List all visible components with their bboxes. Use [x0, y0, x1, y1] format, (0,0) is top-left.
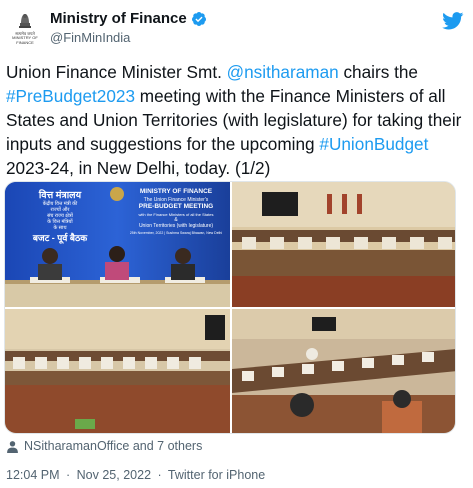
twitter-bird-icon[interactable]	[442, 12, 464, 30]
hashtag-link[interactable]: #PreBudget2023	[6, 86, 135, 106]
verified-badge-icon	[191, 11, 206, 26]
photo-2[interactable]	[232, 182, 455, 307]
tweet-text: Union Finance Minister Smt. @nsitharaman…	[6, 60, 468, 180]
tweet-text-part: chairs the	[338, 62, 418, 82]
banner-english-line: PRE-BUDGET MEETING	[138, 203, 214, 210]
photo-1[interactable]: वित्त मंत्रालय केंद्रीय वित्त मंत्री की …	[5, 182, 230, 307]
tweet-footer: 12:04 PM · Nov 25, 2022 · Twitter for iP…	[6, 468, 268, 482]
avatar[interactable]: सत्यमेव जयते MINISTRY OF FINANCE	[6, 9, 44, 47]
hashtag-link[interactable]: #UnionBudget	[319, 134, 428, 154]
separator: ·	[157, 468, 162, 482]
banner-hindi-line: वित्त मंत्रालय	[38, 190, 82, 201]
tweet-date[interactable]: Nov 25, 2022	[77, 468, 151, 482]
tweet-source[interactable]: Twitter for iPhone	[168, 468, 265, 482]
display-name[interactable]: Ministry of Finance	[50, 10, 187, 27]
banner-english-line: Union Territories (with legislature)	[138, 223, 214, 229]
photo-3[interactable]	[5, 309, 230, 433]
mention-link[interactable]: @nsitharaman	[227, 62, 339, 82]
tweet-header: सत्यमेव जयते MINISTRY OF FINANCE Ministr…	[0, 0, 473, 50]
photo-4[interactable]	[232, 309, 455, 433]
tweet-time[interactable]: 12:04 PM	[6, 468, 60, 482]
tweet-text-part: Union Finance Minister Smt.	[6, 62, 227, 82]
photo-2-image	[232, 182, 455, 307]
national-emblem-icon	[19, 13, 31, 28]
photo-3-image	[5, 309, 230, 433]
avatar-line-3: FINANCE	[16, 39, 34, 45]
banner-english-line: 25th November, 2022 | Sushma Swaraj Bhaw…	[129, 231, 223, 235]
tagged-users-label: NSitharamanOffice and 7 others	[24, 439, 203, 453]
tweet-card: सत्यमेव जयते MINISTRY OF FINANCE Ministr…	[0, 0, 473, 488]
handle[interactable]: @FinMinIndia	[50, 30, 130, 45]
person-icon	[7, 440, 18, 453]
tweet-text-part: 2023-24, in New Delhi, today. (1/2)	[6, 158, 271, 178]
media-grid: वित्त मंत्रालय केंद्रीय वित्त मंत्री की …	[4, 181, 456, 434]
banner-hindi: वित्त मंत्रालय केंद्रीय वित्त मंत्री की …	[19, 188, 101, 244]
tagged-users[interactable]: NSitharamanOffice and 7 others	[6, 439, 202, 453]
banner-english-line: MINISTRY OF FINANCE	[139, 188, 213, 195]
separator: ·	[66, 468, 71, 482]
photo-4-image	[232, 309, 455, 433]
banner-english: MINISTRY OF FINANCE The Union Finance Mi…	[127, 188, 225, 235]
avatar-caption: सत्यमेव जयते MINISTRY OF FINANCE	[12, 31, 38, 46]
name-row: Ministry of Finance	[50, 10, 207, 27]
banner-hindi-line: बजट - पूर्व बैठक	[32, 233, 88, 243]
